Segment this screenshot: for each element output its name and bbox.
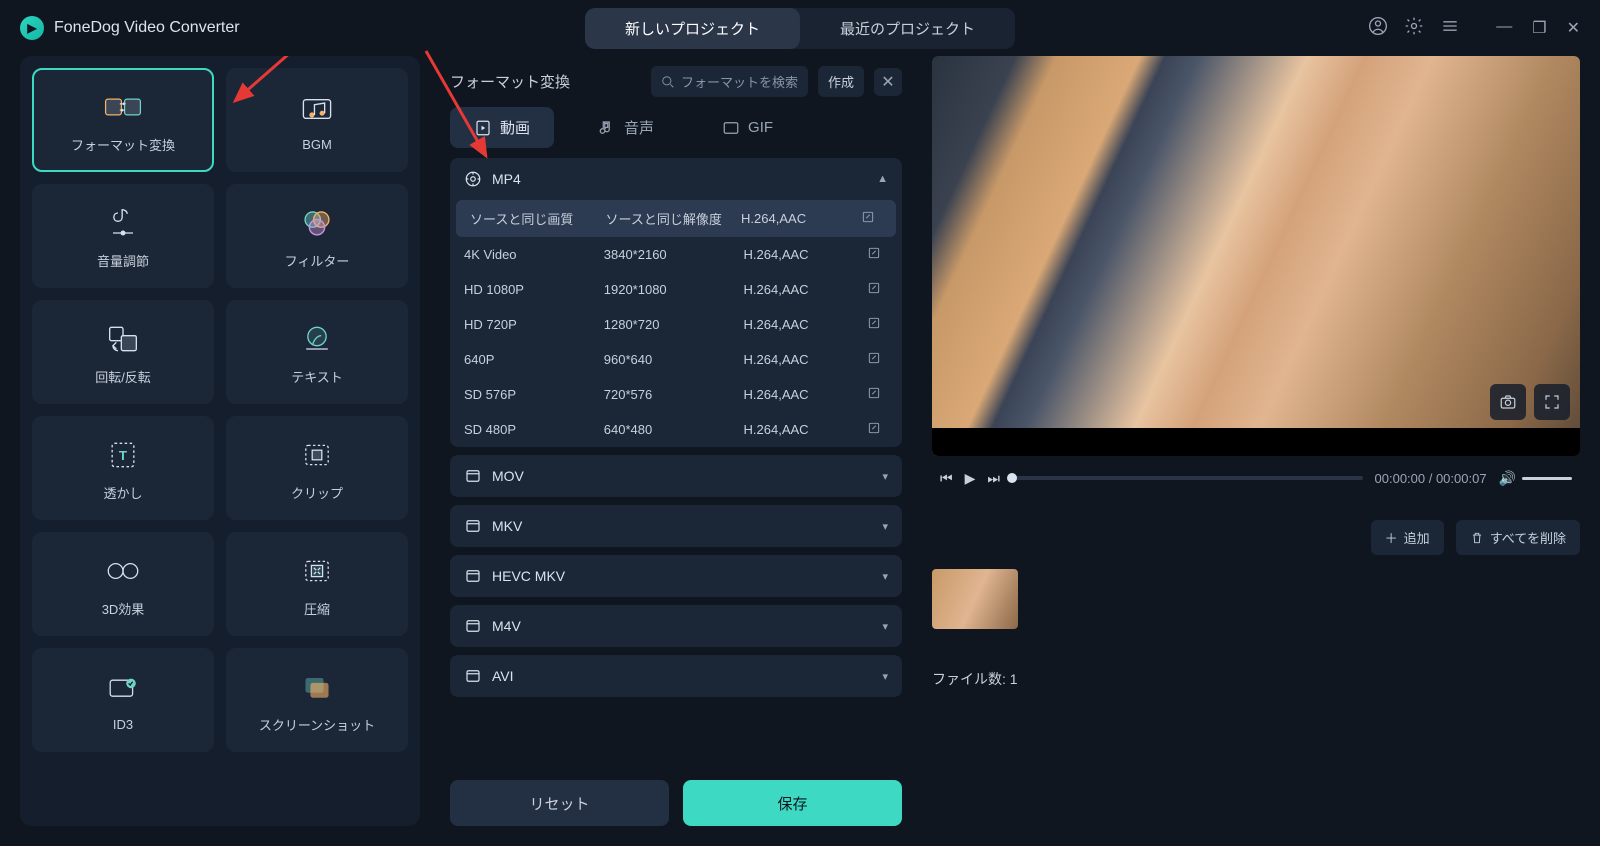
type-tab-gif[interactable]: GIF bbox=[698, 107, 797, 148]
tool-label: 圧縮 bbox=[304, 599, 330, 618]
tool-compress[interactable]: 圧縮 bbox=[226, 532, 408, 636]
watermark-icon: T bbox=[103, 435, 143, 475]
tool-label: 音量調節 bbox=[97, 251, 149, 270]
edit-spec-icon[interactable] bbox=[860, 281, 888, 298]
file-count: ファイル数: 1 bbox=[932, 669, 1580, 689]
tool-filter[interactable]: フィルター bbox=[226, 184, 408, 288]
clip-thumbnail[interactable] bbox=[932, 569, 1018, 629]
volume-icon bbox=[103, 203, 143, 243]
project-tabs: 新しいプロジェクト 最近のプロジェクト bbox=[585, 8, 1015, 49]
fullscreen-button[interactable] bbox=[1534, 384, 1570, 420]
tool-id3[interactable]: ID3 bbox=[32, 648, 214, 752]
format-panel: フォーマット変換 フォーマットを検索 作成 ✕ 動画 音声 GIF bbox=[436, 56, 916, 826]
tool-convert[interactable]: フォーマット変換 bbox=[32, 68, 214, 172]
format-avi[interactable]: AVI▾ bbox=[450, 655, 902, 697]
account-icon[interactable] bbox=[1368, 16, 1388, 41]
window-maximize[interactable]: ❐ bbox=[1532, 18, 1546, 38]
bgm-icon bbox=[297, 89, 337, 129]
video-preview bbox=[932, 56, 1580, 456]
next-button[interactable]: ⏭ bbox=[987, 470, 1000, 487]
format-mkv[interactable]: MKV▾ bbox=[450, 505, 902, 547]
type-tab-video[interactable]: 動画 bbox=[450, 107, 554, 148]
spec-row[interactable]: SD 480P640*480H.264,AAC bbox=[450, 412, 902, 447]
filter-icon bbox=[297, 203, 337, 243]
tool-label: ID3 bbox=[113, 717, 133, 732]
play-button[interactable]: ▶ bbox=[965, 470, 976, 487]
format-mp4[interactable]: MP4▲ bbox=[450, 158, 902, 200]
format-hevc mkv[interactable]: HEVC MKV▾ bbox=[450, 555, 902, 597]
format-mov[interactable]: MOV▾ bbox=[450, 455, 902, 497]
spec-row[interactable]: HD 1080P1920*1080H.264,AAC bbox=[450, 272, 902, 307]
id3-icon bbox=[103, 669, 143, 709]
snapshot-button[interactable] bbox=[1490, 384, 1526, 420]
clip-icon bbox=[297, 435, 337, 475]
tool-3d[interactable]: 3D効果 bbox=[32, 532, 214, 636]
edit-spec-icon[interactable] bbox=[860, 421, 888, 438]
text-icon bbox=[297, 319, 337, 359]
svg-text:T: T bbox=[119, 448, 127, 463]
compress-icon bbox=[297, 551, 337, 591]
add-clip-button[interactable]: ＋追加 bbox=[1371, 520, 1444, 555]
tool-label: 透かし bbox=[103, 483, 142, 502]
tool-label: テキスト bbox=[291, 367, 343, 386]
tool-clip[interactable]: クリップ bbox=[226, 416, 408, 520]
tools-panel: フォーマット変換 BGM 音量調節 フィルター回転/反転 テキスト T 透かし クリップ 3D効… bbox=[20, 56, 420, 826]
panel-title: フォーマット変換 bbox=[450, 71, 570, 92]
edit-spec-icon[interactable] bbox=[854, 210, 882, 227]
volume-icon[interactable]: 🔊 bbox=[1499, 470, 1516, 487]
delete-all-button[interactable]: すべてを削除 bbox=[1456, 520, 1580, 555]
tool-bgm[interactable]: BGM bbox=[226, 68, 408, 172]
spec-row[interactable]: HD 720P1280*720H.264,AAC bbox=[450, 307, 902, 342]
spec-row[interactable]: ソースと同じ画質ソースと同じ解像度H.264,AAC bbox=[456, 200, 896, 237]
tool-label: スクリーンショット bbox=[259, 715, 375, 734]
tab-new-project[interactable]: 新しいプロジェクト bbox=[585, 8, 800, 49]
rotate-icon bbox=[103, 319, 143, 359]
prev-button[interactable]: ⏮ bbox=[940, 470, 953, 487]
tool-label: フォーマット変換 bbox=[71, 135, 175, 154]
tool-text[interactable]: テキスト bbox=[226, 300, 408, 404]
create-button[interactable]: 作成 bbox=[818, 66, 864, 97]
panel-close[interactable]: ✕ bbox=[874, 68, 902, 96]
window-minimize[interactable]: — bbox=[1496, 18, 1512, 38]
app-logo-icon: ▶ bbox=[20, 16, 44, 40]
tab-recent-project[interactable]: 最近のプロジェクト bbox=[800, 8, 1015, 49]
edit-spec-icon[interactable] bbox=[860, 351, 888, 368]
save-button[interactable]: 保存 bbox=[683, 780, 902, 826]
convert-icon bbox=[103, 87, 143, 127]
3d-icon bbox=[103, 551, 143, 591]
app-title: FoneDog Video Converter bbox=[54, 19, 240, 37]
volume-slider[interactable] bbox=[1522, 477, 1572, 480]
menu-icon[interactable] bbox=[1440, 16, 1460, 41]
window-close[interactable]: ✕ bbox=[1567, 18, 1580, 38]
settings-icon[interactable] bbox=[1404, 16, 1424, 41]
tool-label: 3D効果 bbox=[102, 599, 145, 618]
spec-row[interactable]: 640P960*640H.264,AAC bbox=[450, 342, 902, 377]
tool-watermark[interactable]: T 透かし bbox=[32, 416, 214, 520]
format-search[interactable]: フォーマットを検索 bbox=[651, 66, 808, 97]
edit-spec-icon[interactable] bbox=[860, 316, 888, 333]
tool-label: 回転/反転 bbox=[95, 367, 151, 386]
tool-label: BGM bbox=[302, 137, 332, 152]
tool-screenshot[interactable]: スクリーンショット bbox=[226, 648, 408, 752]
tool-volume[interactable]: 音量調節 bbox=[32, 184, 214, 288]
type-tab-audio[interactable]: 音声 bbox=[574, 107, 678, 148]
tool-rotate[interactable]: 回転/反転 bbox=[32, 300, 214, 404]
spec-row[interactable]: SD 576P720*576H.264,AAC bbox=[450, 377, 902, 412]
reset-button[interactable]: リセット bbox=[450, 780, 669, 826]
search-placeholder: フォーマットを検索 bbox=[681, 72, 798, 91]
playback-time: 00:00:00 / 00:00:07 bbox=[1375, 471, 1487, 486]
screenshot-icon bbox=[297, 667, 337, 707]
edit-spec-icon[interactable] bbox=[860, 386, 888, 403]
preview-panel: ⏮ ▶ ⏭ 00:00:00 / 00:00:07 🔊 ＋追加 すべてを削除 フ… bbox=[932, 56, 1580, 826]
tool-label: クリップ bbox=[291, 483, 343, 502]
edit-spec-icon[interactable] bbox=[860, 246, 888, 263]
tool-label: フィルター bbox=[285, 251, 350, 270]
spec-row[interactable]: 4K Video3840*2160H.264,AAC bbox=[450, 237, 902, 272]
format-m4v[interactable]: M4V▾ bbox=[450, 605, 902, 647]
seek-bar[interactable] bbox=[1012, 476, 1363, 480]
